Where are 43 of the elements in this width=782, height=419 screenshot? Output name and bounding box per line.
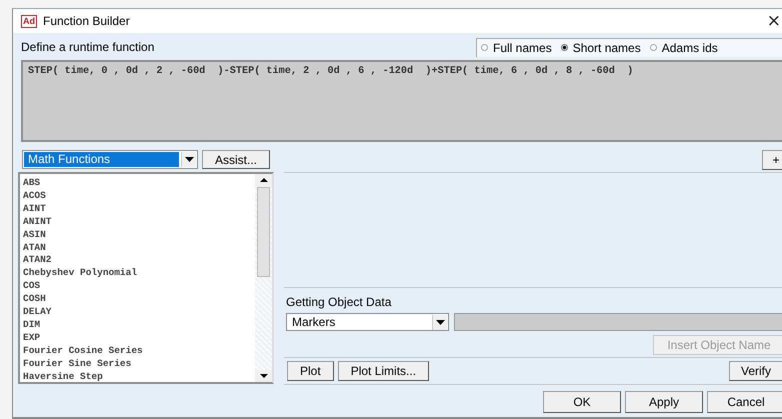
add-button[interactable]: + (762, 150, 782, 170)
scroll-down-icon[interactable] (255, 370, 272, 382)
app-logo-icon: Ad (21, 14, 37, 28)
scrollbar[interactable] (255, 174, 272, 382)
radio-button[interactable] (560, 44, 568, 51)
function-list-item[interactable]: ATAN2 (23, 254, 255, 268)
function-list-item[interactable]: DIM (23, 318, 255, 332)
plot-limits-button[interactable]: Plot Limits... (338, 361, 430, 381)
function-list-item[interactable]: ASIN (23, 228, 255, 242)
function-list-item[interactable]: Fourier Sine Series (23, 358, 255, 371)
scroll-up-icon[interactable] (255, 174, 272, 186)
function-text-area[interactable]: STEP( time, 0 , 0d , 2 , -60d )-STEP( time, 2 , 0d , 6 , -120d )+STEP( time, 6 , 0d , 8 , -60d ) (21, 60, 782, 142)
function-list-item[interactable]: Haversine Step (23, 370, 255, 384)
function-list-item[interactable]: COSH (23, 293, 255, 306)
function-list-item[interactable]: Chebyshev Polynomial (23, 267, 255, 280)
function-list-item[interactable]: ANINT (23, 216, 255, 229)
radio-label[interactable]: Short names (572, 40, 641, 54)
section-label: Getting Object Data (286, 295, 392, 309)
close-button[interactable]: × (762, 11, 782, 31)
verify-button[interactable]: Verify (729, 361, 782, 381)
scroll-thumb[interactable] (257, 187, 270, 277)
function-list-item[interactable]: COS (23, 280, 255, 294)
object-name-field[interactable] (454, 313, 782, 331)
cancel-button[interactable]: Cancel (707, 391, 782, 413)
function-list-item[interactable]: ATAN (23, 242, 255, 254)
function-list-item[interactable]: AINT (23, 202, 255, 216)
plot-button[interactable]: Plot (287, 361, 334, 381)
radio-button[interactable] (650, 44, 657, 51)
function-list-item[interactable]: ABS (23, 177, 255, 190)
radio-button[interactable] (481, 44, 488, 51)
radio-label[interactable]: Adams ids (662, 40, 718, 54)
category-dropdown[interactable]: Math Functions (22, 150, 198, 169)
ok-button[interactable]: OK (543, 391, 621, 413)
object-type-dropdown[interactable]: Markers (286, 313, 449, 331)
radio-label[interactable]: Full names (493, 40, 552, 54)
apply-button[interactable]: Apply (625, 391, 703, 413)
function-list-item[interactable]: DELAY (23, 306, 255, 319)
window-title: Function Builder (43, 14, 131, 28)
function-list-item[interactable]: ACOS (23, 190, 255, 203)
section-label: Define a runtime function (21, 40, 154, 54)
assist-button[interactable]: Assist... (202, 150, 270, 169)
function-list-item[interactable]: Fourier Cosine Series (23, 344, 255, 358)
function-list-item[interactable]: EXP (23, 332, 255, 345)
